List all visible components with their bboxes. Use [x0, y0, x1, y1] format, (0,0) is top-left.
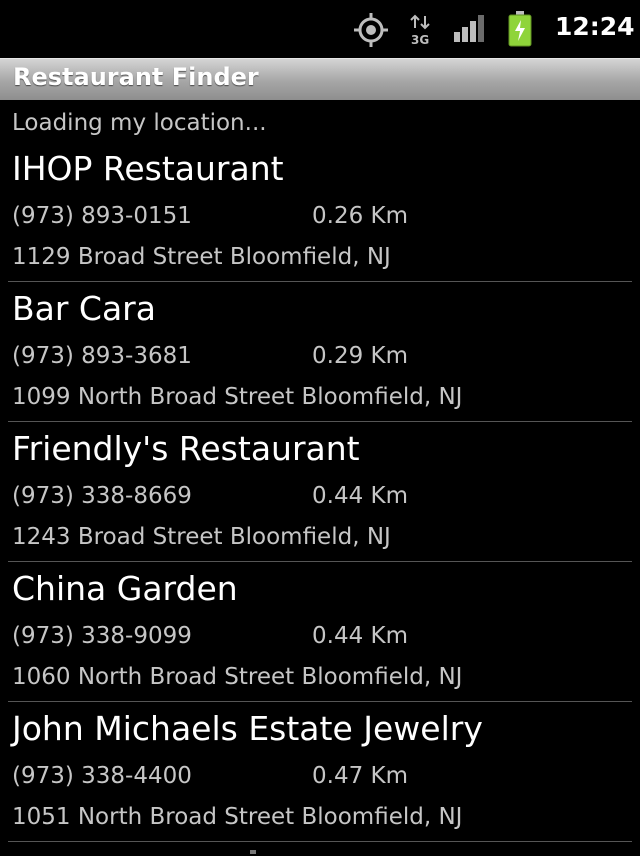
restaurant-phone: (973) 338-8669 — [12, 483, 192, 509]
restaurant-address: 1129 Broad Street Bloomfield, NJ — [12, 244, 391, 270]
list-item[interactable]: John Michaels Estate Jewelry (973) 338-4… — [0, 702, 640, 842]
network-3g-icon: 3G — [409, 14, 433, 50]
next-item-partial — [250, 850, 256, 854]
restaurant-address: 1099 North Broad Street Bloomfield, NJ — [12, 384, 463, 410]
restaurant-name: Friendly's Restaurant — [12, 429, 360, 468]
restaurant-phone: (973) 893-3681 — [12, 343, 192, 369]
app-title: Restaurant Finder — [13, 63, 259, 91]
restaurant-phone: (973) 338-9099 — [12, 623, 192, 649]
restaurant-name: John Michaels Estate Jewelry — [12, 709, 483, 748]
restaurant-address: 1051 North Broad Street Bloomfield, NJ — [12, 804, 463, 830]
restaurant-name: Bar Cara — [12, 289, 156, 328]
network-type: 3G — [411, 33, 429, 46]
gps-icon — [354, 13, 388, 51]
app-title-bar: Restaurant Finder — [0, 58, 640, 100]
restaurant-address: 1060 North Broad Street Bloomfield, NJ — [12, 664, 463, 690]
restaurant-distance: 0.26 Km — [312, 203, 409, 229]
location-status: Loading my location... — [12, 110, 267, 136]
restaurant-name: IHOP Restaurant — [12, 149, 284, 188]
restaurant-name: China Garden — [12, 569, 238, 608]
divider — [8, 841, 632, 842]
restaurant-distance: 0.44 Km — [312, 623, 409, 649]
restaurant-phone: (973) 338-4400 — [12, 763, 192, 789]
list-item[interactable]: Friendly's Restaurant (973) 338-8669 0.4… — [0, 422, 640, 562]
restaurant-distance: 0.29 Km — [312, 343, 409, 369]
list-item[interactable]: IHOP Restaurant (973) 893-0151 0.26 Km 1… — [0, 142, 640, 282]
restaurant-address: 1243 Broad Street Bloomfield, NJ — [12, 524, 391, 550]
list-item[interactable]: China Garden (973) 338-9099 0.44 Km 1060… — [0, 562, 640, 702]
battery-icon — [508, 11, 532, 51]
restaurant-distance: 0.44 Km — [312, 483, 409, 509]
list-item[interactable]: Bar Cara (973) 893-3681 0.29 Km 1099 Nor… — [0, 282, 640, 422]
signal-icon — [452, 14, 488, 48]
status-clock: 12:24 — [555, 12, 635, 41]
status-bar: 3G 12:24 — [0, 0, 640, 58]
restaurant-distance: 0.47 Km — [312, 763, 409, 789]
restaurant-list: IHOP Restaurant (973) 893-0151 0.26 Km 1… — [0, 142, 640, 842]
restaurant-phone: (973) 893-0151 — [12, 203, 192, 229]
